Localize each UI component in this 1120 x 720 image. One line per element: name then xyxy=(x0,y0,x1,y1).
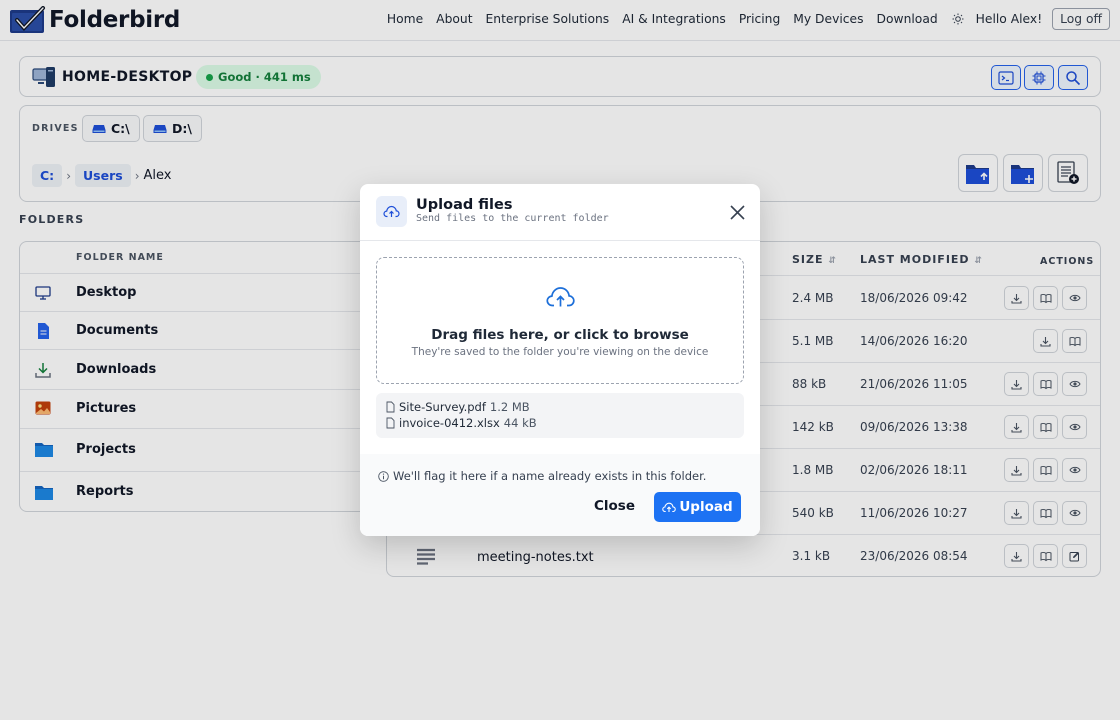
dialog-footer: We'll flag it here if a name already exi… xyxy=(360,454,760,536)
upload-button[interactable]: Upload xyxy=(654,492,741,522)
list-item: invoice-0412.xlsx 44 kB xyxy=(386,416,537,430)
selected-files-list: Site-Survey.pdf 1.2 MB invoice-0412.xlsx… xyxy=(376,393,744,438)
cloud-upload-icon xyxy=(383,205,400,218)
dialog-subtitle: Send files to the current folder xyxy=(416,213,609,224)
close-icon[interactable] xyxy=(729,204,746,221)
file-icon xyxy=(386,401,395,413)
list-item: Site-Survey.pdf 1.2 MB xyxy=(386,400,530,414)
selected-file-name: Site-Survey.pdf xyxy=(399,400,486,414)
dropzone-title: Drag files here, or click to browse xyxy=(431,327,689,343)
close-button[interactable]: Close xyxy=(594,498,635,514)
file-dropzone[interactable]: Drag files here, or click to browse They… xyxy=(376,257,744,384)
upload-dialog: Upload files Send files to the current f… xyxy=(360,184,760,536)
upload-button-label: Upload xyxy=(679,499,733,515)
file-icon xyxy=(386,417,395,429)
selected-file-size: 1.2 MB xyxy=(489,400,530,414)
dialog-icon xyxy=(376,196,407,227)
duplicate-note-text: We'll flag it here if a name already exi… xyxy=(393,469,707,483)
selected-file-size: 44 kB xyxy=(503,416,537,430)
dialog-title: Upload files xyxy=(416,197,513,213)
cloud-upload-icon xyxy=(662,502,677,512)
selected-file-name: invoice-0412.xlsx xyxy=(399,416,500,430)
cloud-upload-icon xyxy=(546,287,575,307)
dialog-header: Upload files Send files to the current f… xyxy=(360,184,760,241)
dropzone-subtitle: They're saved to the folder you're viewi… xyxy=(411,346,709,358)
info-icon xyxy=(378,470,389,482)
duplicate-note: We'll flag it here if a name already exi… xyxy=(378,469,706,483)
